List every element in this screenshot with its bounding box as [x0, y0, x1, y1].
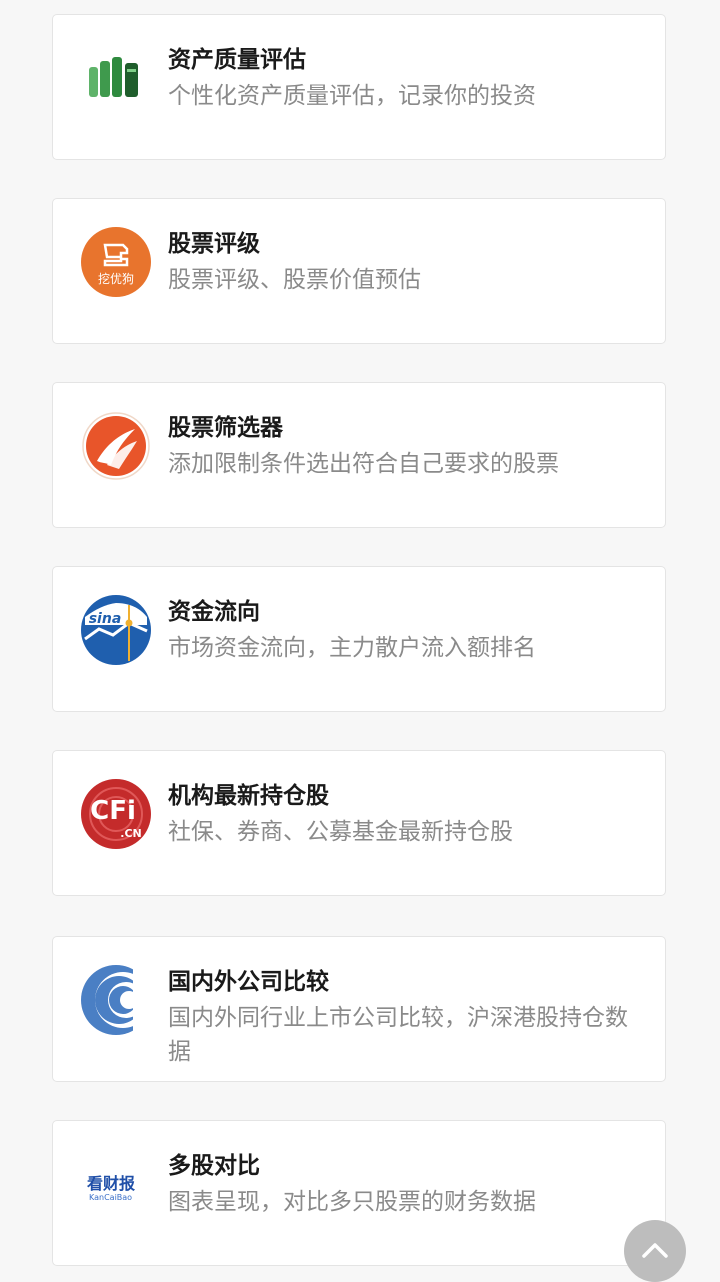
tool-card-stock-screener[interactable]: 股票筛选器 添加限制条件选出符合自己要求的股票	[52, 382, 666, 528]
tool-title: 机构最新持仓股	[168, 783, 329, 809]
tool-card-capital-flow[interactable]: sina 资金流向 市场资金流向，主力散户流入额排名	[52, 566, 666, 712]
wayoogou-logo: 挖优狗	[81, 227, 151, 297]
sina-logo: sina	[81, 595, 151, 665]
tool-title: 资金流向	[168, 599, 260, 625]
tool-card-multi-stock-compare[interactable]: 看财报 KanCaiBao 多股对比 图表呈现，对比多只股票的财务数据	[52, 1120, 666, 1266]
svg-text:CFi: CFi	[90, 796, 136, 826]
tool-title: 资产质量评估	[168, 47, 306, 73]
scroll-to-top-button[interactable]	[624, 1220, 686, 1282]
tool-card-asset-quality[interactable]: 资产质量评估 个性化资产质量评估，记录你的投资	[52, 14, 666, 160]
tool-description: 个性化资产质量评估，记录你的投资	[168, 83, 536, 109]
svg-text:KanCaiBao: KanCaiBao	[89, 1193, 132, 1202]
tool-card-institution-holdings[interactable]: CFi .CN 机构最新持仓股 社保、券商、公募基金最新持仓股	[52, 750, 666, 896]
tool-description: 股票评级、股票价值预估	[168, 267, 421, 293]
books-icon	[81, 43, 151, 113]
kancaibao-logo: 看财报 KanCaiBao	[81, 1149, 151, 1219]
tool-card-company-comparison[interactable]: 国内外公司比较 国内外同行业上市公司比较，沪深港股持仓数据	[52, 936, 666, 1082]
svg-text:挖优狗: 挖优狗	[98, 271, 134, 286]
tool-title: 股票评级	[168, 231, 260, 257]
chevron-up-icon	[642, 1243, 668, 1258]
svg-text:sina: sina	[89, 611, 122, 627]
tool-description: 添加限制条件选出符合自己要求的股票	[168, 451, 559, 477]
svg-text:.CN: .CN	[120, 827, 141, 840]
tool-description: 国内外同行业上市公司比较，沪深港股持仓数据	[168, 1005, 628, 1065]
tool-title: 股票筛选器	[168, 415, 283, 441]
svg-text:看财报: 看财报	[86, 1174, 135, 1193]
tool-description: 市场资金流向，主力散户流入额排名	[168, 635, 536, 661]
tool-title: 多股对比	[168, 1153, 260, 1179]
tool-card-stock-rating[interactable]: 挖优狗 股票评级 股票评级、股票价值预估	[52, 198, 666, 344]
tool-title: 国内外公司比较	[168, 969, 329, 995]
flame-logo	[81, 411, 151, 481]
arcs-logo	[81, 965, 151, 1035]
tool-description: 图表呈现，对比多只股票的财务数据	[168, 1189, 536, 1215]
tool-description: 社保、券商、公募基金最新持仓股	[168, 819, 513, 845]
cfi-logo: CFi .CN	[81, 779, 151, 849]
